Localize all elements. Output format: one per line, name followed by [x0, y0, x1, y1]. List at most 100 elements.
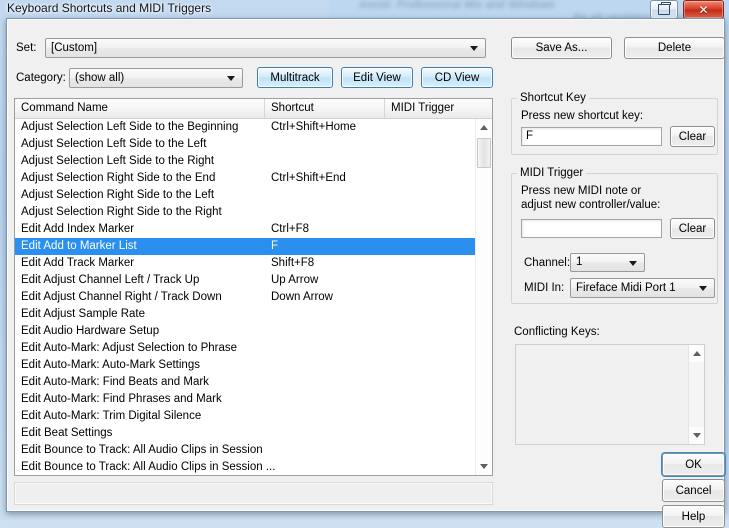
shortcut-key-input[interactable]: F	[521, 127, 662, 146]
multitrack-button[interactable]: Multitrack	[257, 67, 333, 88]
close-window-button[interactable]: ✕	[683, 0, 724, 19]
midi-in-dropdown[interactable]: Fireface Midi Port 1	[570, 278, 715, 298]
save-as-button[interactable]: Save As...	[511, 37, 612, 59]
table-row[interactable]: Edit Beat Settings	[15, 425, 475, 442]
midi-trigger-prompt-line1: Press new MIDI note or	[521, 185, 641, 197]
scroll-up-button[interactable]	[476, 119, 492, 136]
cell-command-name: Adjust Selection Left Side to the Right	[21, 153, 214, 170]
scroll-up-button[interactable]	[689, 345, 704, 362]
column-header-midi-trigger[interactable]: MIDI Trigger	[385, 99, 475, 118]
cancel-button[interactable]: Cancel	[662, 479, 725, 502]
table-row[interactable]: Edit Auto-Mark: Adjust Selection to Phra…	[15, 340, 475, 357]
triangle-down-icon	[480, 464, 488, 469]
table-row[interactable]: Adjust Selection Right Side to the Right	[15, 204, 475, 221]
shortcut-key-group-title: Shortcut Key	[517, 92, 589, 104]
midi-trigger-input[interactable]	[521, 219, 662, 238]
edit-view-button[interactable]: Edit View	[341, 67, 413, 88]
cell-command-name: Edit Adjust Channel Left / Track Up	[21, 272, 199, 289]
channel-label: Channel:	[524, 257, 570, 269]
midi-in-dropdown-value: Fireface Midi Port 1	[576, 282, 676, 294]
shortcut-clear-button[interactable]: Clear	[670, 126, 715, 147]
scrollbar-thumb[interactable]	[477, 138, 491, 168]
window-title: Keyboard Shortcuts and MIDI Triggers	[7, 1, 211, 15]
cell-shortcut: Shift+F8	[271, 255, 314, 272]
shortcut-key-prompt: Press new shortcut key:	[521, 110, 643, 122]
restore-window-button[interactable]	[650, 0, 678, 19]
table-row[interactable]: Edit Auto-Mark: Trim Digital Silence	[15, 408, 475, 425]
cell-command-name: Edit Audio Hardware Setup	[21, 323, 159, 340]
cell-command-name: Adjust Selection Right Side to the End	[21, 170, 215, 187]
cell-command-name: Edit Bounce to Track: All Audio Clips in…	[21, 459, 275, 475]
triangle-down-icon	[693, 433, 701, 438]
keyboard-shortcuts-dialog: Keyboard Shortcuts and MIDI Triggers ✕ S…	[0, 0, 729, 520]
title-bar: Keyboard Shortcuts and MIDI Triggers	[0, 0, 729, 17]
cell-command-name: Edit Auto-Mark: Trim Digital Silence	[21, 408, 201, 425]
table-row[interactable]: Adjust Selection Left Side to the Right	[15, 153, 475, 170]
triangle-up-icon	[480, 125, 488, 130]
conflicting-keys-list[interactable]	[515, 344, 705, 445]
table-row[interactable]: Edit Adjust Sample Rate	[15, 306, 475, 323]
chevron-down-icon	[227, 76, 235, 81]
conflicting-keys-scrollbar[interactable]	[688, 345, 704, 444]
cell-command-name: Edit Add Track Marker	[21, 255, 134, 272]
set-dropdown-value: [Custom]	[51, 42, 97, 54]
cell-command-name: Edit Adjust Channel Right / Track Down	[21, 289, 222, 306]
set-dropdown[interactable]: [Custom]	[45, 38, 486, 58]
midi-trigger-group-title: MIDI Trigger	[517, 167, 586, 179]
cell-shortcut: F	[271, 238, 278, 255]
cd-view-button[interactable]: CD View	[421, 67, 493, 88]
category-dropdown-value: (show all)	[75, 72, 124, 84]
cell-command-name: Adjust Selection Right Side to the Right	[21, 204, 222, 221]
table-row[interactable]: Adjust Selection Right Side to the End Ct…	[15, 170, 475, 187]
commands-list-scrollbar[interactable]	[475, 119, 492, 475]
table-row[interactable]: Edit Bounce to Track: All Audio Clips in…	[15, 459, 475, 475]
scroll-down-button[interactable]	[476, 458, 492, 475]
cell-shortcut: Ctrl+F8	[271, 221, 309, 238]
cell-shortcut: Ctrl+Shift+End	[271, 170, 346, 187]
table-row[interactable]: Adjust Selection Left Side to the Beginn…	[15, 119, 475, 136]
cell-command-name: Edit Auto-Mark: Adjust Selection to Phra…	[21, 340, 237, 357]
channel-dropdown[interactable]: 1	[570, 253, 645, 272]
delete-button[interactable]: Delete	[624, 37, 725, 59]
table-row[interactable]: Edit Add Index Marker Ctrl+F8	[15, 221, 475, 238]
category-label: Category:	[16, 72, 66, 84]
cell-command-name: Edit Bounce to Track: All Audio Clips in…	[21, 442, 263, 459]
table-row[interactable]: Edit Adjust Channel Right / Track DownDo…	[15, 289, 475, 306]
table-row[interactable]: Edit Add to Marker ListF	[15, 238, 475, 255]
cell-command-name: Edit Beat Settings	[21, 425, 112, 442]
table-row[interactable]: Edit Adjust Channel Left / Track Up Up Ar…	[15, 272, 475, 289]
table-row[interactable]: Edit Auto-Mark: Find Beats and Mark	[15, 374, 475, 391]
table-row[interactable]: Adjust Selection Right Side to the Left	[15, 187, 475, 204]
table-row[interactable]: Edit Auto-Mark: Find Phrases and Mark	[15, 391, 475, 408]
midi-clear-button[interactable]: Clear	[670, 218, 715, 239]
table-row[interactable]: Adjust Selection Left Side to the Left	[15, 136, 475, 153]
table-row[interactable]: Edit Add Track Marker Shift+F8	[15, 255, 475, 272]
commands-list[interactable]: Command Name Shortcut MIDI Trigger Adjus…	[14, 98, 493, 476]
set-label: Set:	[16, 42, 36, 54]
midi-in-label: MIDI In:	[524, 282, 564, 294]
chevron-down-icon	[699, 286, 707, 291]
table-row[interactable]: Edit Audio Hardware Setup	[15, 323, 475, 340]
table-row[interactable]: Edit Bounce to Track: All Audio Clips in…	[15, 442, 475, 459]
cell-shortcut: Up Arrow	[271, 272, 318, 289]
restore-icon	[658, 4, 670, 15]
commands-list-header: Command Name Shortcut MIDI Trigger	[15, 99, 492, 119]
cell-command-name: Adjust Selection Left Side to the Left	[21, 136, 206, 153]
commands-list-rows[interactable]: Adjust Selection Left Side to the Beginn…	[15, 119, 475, 475]
chevron-down-icon	[629, 261, 637, 266]
ok-button[interactable]: OK	[662, 453, 725, 476]
cell-command-name: Edit Auto-Mark: Find Phrases and Mark	[21, 391, 222, 408]
conflicting-keys-label: Conflicting Keys:	[514, 326, 600, 338]
cell-shortcut: Ctrl+Shift+Home	[271, 119, 356, 136]
cell-command-name: Edit Auto-Mark: Find Beats and Mark	[21, 374, 209, 391]
table-row[interactable]: Edit Auto-Mark: Auto-Mark Settings	[15, 357, 475, 374]
cell-command-name: Edit Add Index Marker	[21, 221, 134, 238]
column-header-command-name[interactable]: Command Name	[15, 99, 264, 118]
category-dropdown[interactable]: (show all)	[69, 68, 243, 88]
scroll-down-button[interactable]	[689, 427, 704, 444]
close-icon: ✕	[698, 3, 708, 17]
cell-command-name: Adjust Selection Right Side to the Left	[21, 187, 214, 204]
column-header-shortcut[interactable]: Shortcut	[265, 99, 384, 118]
help-button[interactable]: Help	[662, 505, 725, 528]
channel-dropdown-value: 1	[576, 256, 582, 268]
